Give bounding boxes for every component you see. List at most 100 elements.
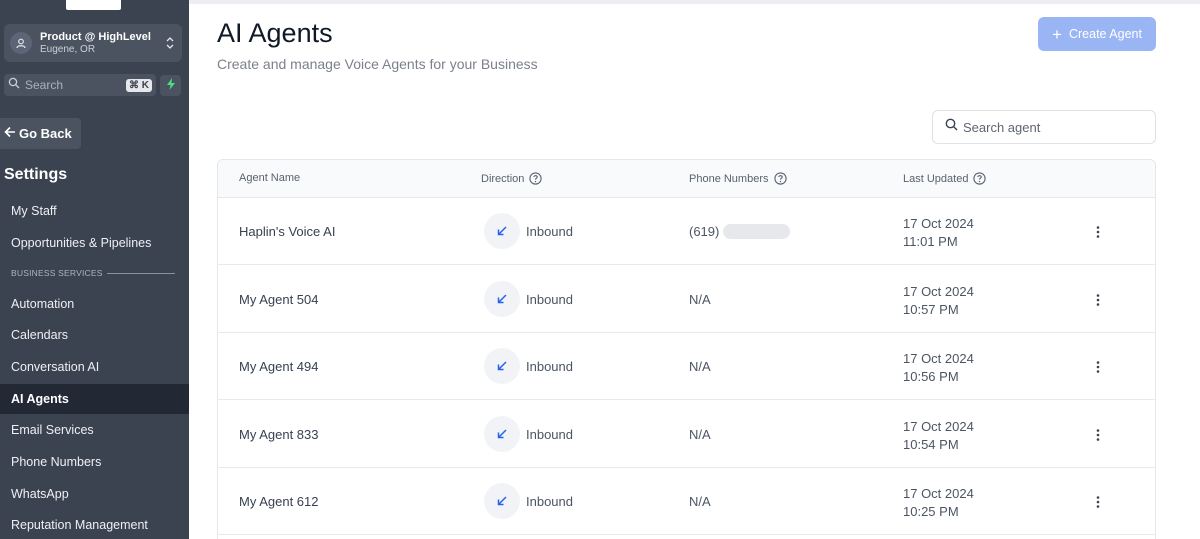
phone-number: N/A bbox=[689, 292, 711, 307]
table-row[interactable]: Haplin's Voice AI Inbound (619) 17 Oct 2… bbox=[218, 198, 1155, 265]
create-agent-button[interactable]: + Create Agent bbox=[1038, 17, 1156, 51]
table-row[interactable]: My Agent 833 Inbound N/A 17 Oct 2024 10:… bbox=[218, 401, 1155, 468]
direction-label: Inbound bbox=[526, 427, 573, 442]
sidebar-item-reputation-management[interactable]: Reputation Management bbox=[0, 510, 189, 539]
column-label: Last Updated bbox=[903, 172, 969, 185]
sidebar-item-opportunities[interactable]: Opportunities & Pipelines bbox=[0, 228, 189, 258]
sidebar-item-label: Phone Numbers bbox=[11, 455, 102, 469]
agent-name: My Agent 504 bbox=[239, 292, 319, 307]
updated-time: 10:25 PM bbox=[903, 504, 959, 519]
sidebar-item-automation[interactable]: Automation bbox=[0, 289, 189, 319]
plus-icon: + bbox=[1052, 24, 1062, 44]
sidebar-item-whatsapp[interactable]: WhatsApp bbox=[0, 479, 189, 509]
column-last-updated: Last Updated bbox=[903, 172, 987, 185]
sidebar-item-calendars[interactable]: Calendars bbox=[0, 320, 189, 350]
sidebar-item-label: Email Services bbox=[11, 423, 94, 437]
search-icon bbox=[8, 76, 20, 94]
search-agent-field[interactable] bbox=[932, 110, 1156, 144]
column-phone-numbers: Phone Numbers bbox=[689, 172, 787, 185]
agents-table: Agent Name Direction Phone Numbers Last … bbox=[217, 159, 1156, 539]
phone-number: N/A bbox=[689, 427, 711, 442]
arrow-down-left-icon bbox=[484, 281, 520, 317]
sidebar-top-marker bbox=[66, 0, 121, 10]
sidebar-item-label: Calendars bbox=[11, 328, 68, 342]
location-switcher[interactable]: Product @ HighLevel Eugene, OR bbox=[4, 24, 182, 62]
question-circle-icon[interactable] bbox=[973, 172, 987, 185]
table-row[interactable]: My Agent 494 Inbound N/A 17 Oct 2024 10:… bbox=[218, 333, 1155, 400]
page-title: AI Agents bbox=[217, 18, 333, 48]
arrow-down-left-icon bbox=[484, 213, 520, 249]
go-back-label: Go Back bbox=[19, 126, 72, 141]
agent-name: My Agent 833 bbox=[239, 427, 319, 442]
table-row[interactable]: My Agent 612 Inbound N/A 17 Oct 2024 10:… bbox=[218, 468, 1155, 535]
sidebar-item-label: Reputation Management bbox=[11, 518, 148, 532]
more-vertical-icon[interactable] bbox=[1089, 222, 1107, 242]
sidebar-item-phone-numbers[interactable]: Phone Numbers bbox=[0, 447, 189, 477]
lightning-bolt-icon bbox=[166, 77, 176, 95]
sidebar-section-label: BUSINESS SERVICES bbox=[11, 268, 103, 278]
table-row[interactable]: My Agent 504 Inbound N/A 17 Oct 2024 10:… bbox=[218, 266, 1155, 333]
chevron-up-down-icon bbox=[164, 34, 176, 52]
column-direction: Direction bbox=[481, 172, 543, 185]
arrow-left-icon bbox=[4, 126, 16, 141]
top-divider bbox=[189, 0, 1200, 4]
last-updated: 17 Oct 2024 10:25 PM bbox=[903, 485, 974, 521]
sidebar-item-label: Opportunities & Pipelines bbox=[11, 236, 152, 250]
phone-value: N/A bbox=[689, 292, 711, 307]
sidebar-item-email-services[interactable]: Email Services bbox=[0, 415, 189, 445]
direction-label: Inbound bbox=[526, 494, 573, 509]
updated-time: 10:56 PM bbox=[903, 369, 959, 384]
updated-date: 17 Oct 2024 bbox=[903, 216, 974, 231]
direction-label: Inbound bbox=[526, 359, 573, 374]
column-label: Direction bbox=[481, 172, 525, 185]
go-back-button[interactable]: Go Back bbox=[0, 118, 81, 149]
last-updated: 17 Oct 2024 10:57 PM bbox=[903, 283, 974, 319]
column-agent-name: Agent Name bbox=[239, 172, 300, 184]
updated-time: 10:54 PM bbox=[903, 437, 959, 452]
direction-label: Inbound bbox=[526, 292, 573, 307]
phone-value: N/A bbox=[689, 427, 711, 442]
updated-date: 17 Oct 2024 bbox=[903, 351, 974, 366]
create-agent-label: Create Agent bbox=[1068, 27, 1142, 41]
location-name: Product @ HighLevel bbox=[40, 30, 151, 43]
phone-number: N/A bbox=[689, 359, 711, 374]
phone-value: N/A bbox=[689, 359, 711, 374]
direction-label: Inbound bbox=[526, 224, 573, 239]
agent-name: Haplin's Voice AI bbox=[239, 224, 336, 239]
column-label: Agent Name bbox=[239, 172, 301, 184]
search-shortcut-badge: ⌘ K bbox=[126, 78, 152, 92]
more-vertical-icon[interactable] bbox=[1089, 492, 1107, 512]
phone-number: (619) bbox=[689, 224, 791, 239]
question-circle-icon[interactable] bbox=[773, 172, 787, 185]
sidebar-item-ai-agents[interactable]: AI Agents bbox=[0, 384, 189, 414]
sidebar-item-label: AI Agents bbox=[11, 392, 69, 406]
phone-value: N/A bbox=[689, 494, 711, 509]
updated-time: 11:01 PM bbox=[903, 234, 958, 249]
last-updated: 17 Oct 2024 11:01 PM bbox=[903, 215, 974, 251]
question-circle-icon[interactable] bbox=[529, 172, 543, 185]
quick-actions-button[interactable] bbox=[160, 75, 181, 96]
search-icon bbox=[945, 118, 958, 136]
last-updated: 17 Oct 2024 10:54 PM bbox=[903, 418, 974, 454]
more-vertical-icon[interactable] bbox=[1089, 290, 1107, 310]
settings-title: Settings bbox=[4, 166, 68, 183]
last-updated: 17 Oct 2024 10:56 PM bbox=[903, 350, 974, 386]
more-vertical-icon[interactable] bbox=[1089, 425, 1107, 445]
more-vertical-icon[interactable] bbox=[1089, 357, 1107, 377]
phone-redacted bbox=[723, 224, 791, 239]
sidebar-item-my-staff[interactable]: My Staff bbox=[0, 196, 189, 226]
sidebar-item-conversation-ai[interactable]: Conversation AI bbox=[0, 352, 189, 382]
location-address: Eugene, OR bbox=[40, 43, 96, 55]
sidebar-item-label: WhatsApp bbox=[11, 487, 69, 501]
sidebar-section-divider bbox=[107, 273, 175, 274]
phone-number: N/A bbox=[689, 494, 711, 509]
arrow-down-left-icon bbox=[484, 483, 520, 519]
search-agent-input[interactable] bbox=[963, 119, 1143, 135]
table-header: Agent Name Direction Phone Numbers Last … bbox=[218, 160, 1155, 198]
arrow-down-left-icon bbox=[484, 416, 520, 452]
agent-name: My Agent 494 bbox=[239, 359, 319, 374]
updated-time: 10:57 PM bbox=[903, 302, 959, 317]
agent-name: My Agent 612 bbox=[239, 494, 319, 509]
sidebar-search-input[interactable]: Search ⌘ K bbox=[4, 74, 156, 96]
building-icon bbox=[10, 32, 32, 54]
